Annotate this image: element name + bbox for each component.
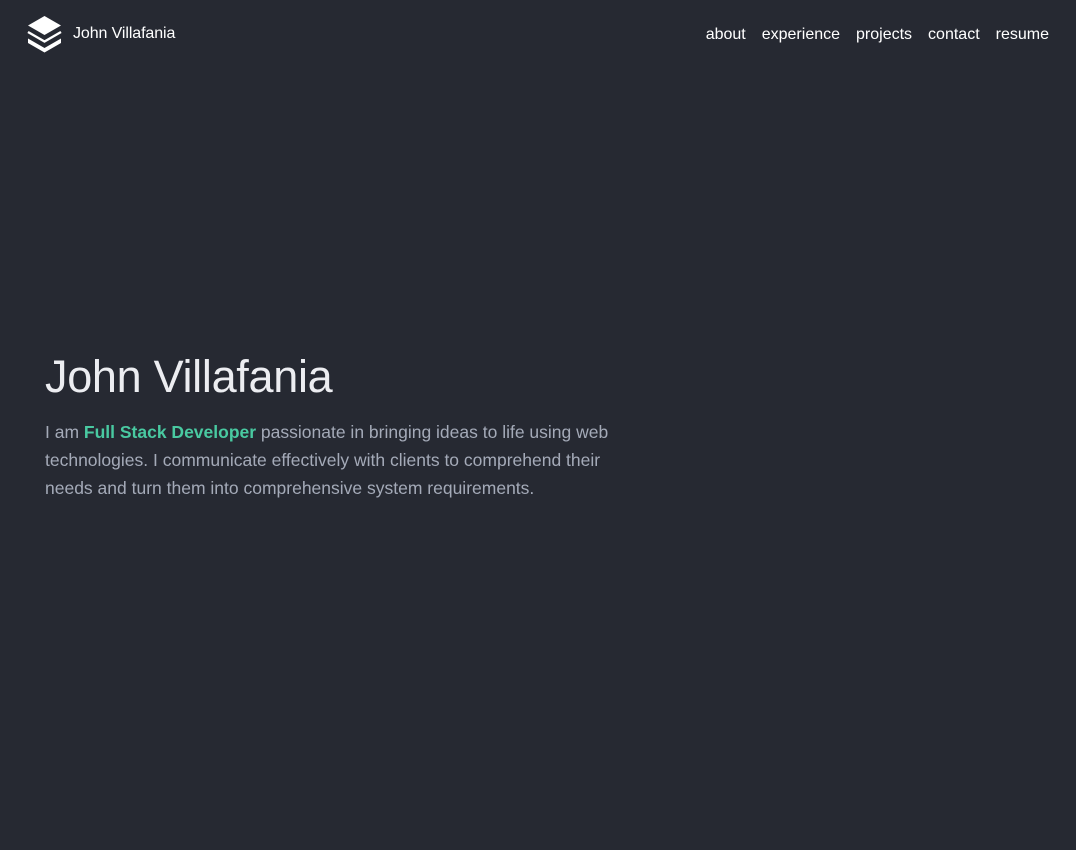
hero-title: John Villafania	[45, 351, 333, 402]
brand-name: John Villafania	[73, 25, 176, 42]
navbar: John Villafania about experience project…	[0, 0, 1076, 70]
hero-role: Full Stack Developer	[83, 422, 257, 442]
hero-section: John Villafania I am Full Stack Develope…	[45, 348, 645, 502]
hero-intro-prefix: I am	[45, 422, 84, 442]
nav-link-contact[interactable]: contact	[928, 22, 980, 48]
hero-description: I am Full Stack Developer passionate in …	[45, 418, 635, 502]
nav-link-experience[interactable]: experience	[762, 22, 840, 48]
brand-link[interactable]: John Villafania	[27, 15, 175, 53]
nav-links: about experience projects contact resume	[706, 22, 1049, 48]
stacked-layers-logo-icon	[27, 16, 62, 53]
nav-link-projects[interactable]: projects	[856, 22, 912, 48]
nav-link-resume[interactable]: resume	[996, 22, 1049, 48]
nav-link-about[interactable]: about	[706, 22, 746, 48]
